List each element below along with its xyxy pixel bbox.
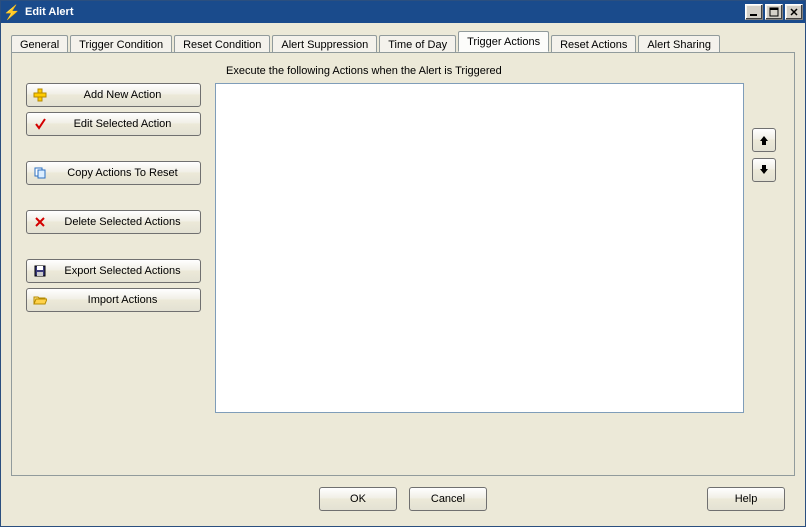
action-buttons-column: Add New Action Edit Selected Action xyxy=(26,83,201,461)
delete-selected-actions-label: Delete Selected Actions xyxy=(53,216,200,228)
cancel-button[interactable]: Cancel xyxy=(409,487,487,511)
export-selected-actions-button[interactable]: Export Selected Actions xyxy=(26,259,201,283)
check-icon xyxy=(27,117,53,131)
tab-general[interactable]: General xyxy=(11,35,68,53)
copy-actions-to-reset-button[interactable]: Copy Actions To Reset xyxy=(26,161,201,185)
plus-icon xyxy=(27,88,53,102)
maximize-button[interactable] xyxy=(765,4,783,20)
edit-alert-window: ⚡ Edit Alert General Trigger Condition R… xyxy=(0,0,806,527)
export-selected-actions-label: Export Selected Actions xyxy=(53,265,200,277)
panel-hint: Execute the following Actions when the A… xyxy=(26,65,780,77)
import-actions-button[interactable]: Import Actions xyxy=(26,288,201,312)
move-up-button[interactable] xyxy=(752,128,776,152)
tab-reset-condition[interactable]: Reset Condition xyxy=(174,35,270,53)
tab-alert-suppression[interactable]: Alert Suppression xyxy=(272,35,377,53)
reorder-buttons xyxy=(752,83,780,461)
actions-listbox[interactable] xyxy=(215,83,744,413)
trigger-actions-panel: Execute the following Actions when the A… xyxy=(11,52,795,476)
folder-open-icon xyxy=(27,293,53,307)
save-icon xyxy=(27,264,53,278)
client-area: General Trigger Condition Reset Conditio… xyxy=(1,23,805,526)
tab-reset-actions[interactable]: Reset Actions xyxy=(551,35,636,53)
minimize-button[interactable] xyxy=(745,4,763,20)
titlebar[interactable]: ⚡ Edit Alert xyxy=(1,1,805,23)
add-new-action-button[interactable]: Add New Action xyxy=(26,83,201,107)
close-button[interactable] xyxy=(785,4,803,20)
delete-icon xyxy=(27,215,53,229)
window-title: Edit Alert xyxy=(25,6,737,18)
delete-selected-actions-button[interactable]: Delete Selected Actions xyxy=(26,210,201,234)
arrow-down-icon xyxy=(758,164,770,176)
edit-selected-action-label: Edit Selected Action xyxy=(53,118,200,130)
copy-icon xyxy=(27,166,53,180)
dialog-footer: OK Cancel Help xyxy=(11,476,795,516)
tab-time-of-day[interactable]: Time of Day xyxy=(379,35,456,53)
edit-selected-action-button[interactable]: Edit Selected Action xyxy=(26,112,201,136)
copy-actions-to-reset-label: Copy Actions To Reset xyxy=(53,167,200,179)
ok-button[interactable]: OK xyxy=(319,487,397,511)
tabstrip: General Trigger Condition Reset Conditio… xyxy=(11,31,795,52)
alert-icon: ⚡ xyxy=(5,5,19,19)
move-down-button[interactable] xyxy=(752,158,776,182)
import-actions-label: Import Actions xyxy=(53,294,200,306)
add-new-action-label: Add New Action xyxy=(53,89,200,101)
help-button[interactable]: Help xyxy=(707,487,785,511)
tab-trigger-condition[interactable]: Trigger Condition xyxy=(70,35,172,53)
arrow-up-icon xyxy=(758,134,770,146)
tab-trigger-actions[interactable]: Trigger Actions xyxy=(458,31,549,52)
tab-alert-sharing[interactable]: Alert Sharing xyxy=(638,35,720,53)
